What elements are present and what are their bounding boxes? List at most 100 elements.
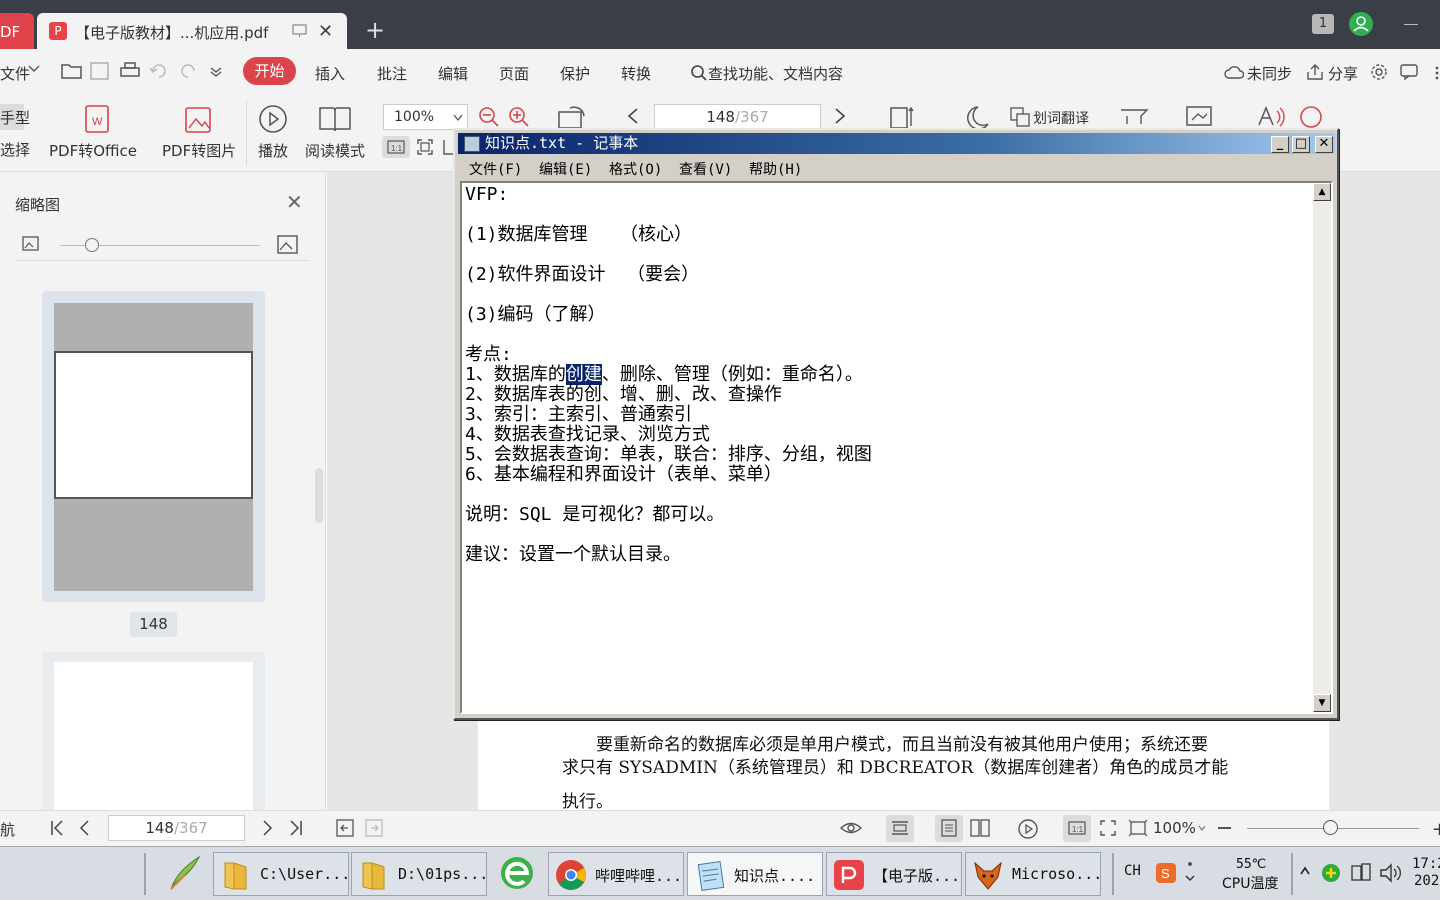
notepad-window[interactable]: 知识点.txt - 记事本 _ □ ✕ 文件(F) 编辑(E) 格式(O) 查看… <box>453 128 1339 720</box>
slider-handle[interactable] <box>85 238 99 252</box>
status-page-input[interactable]: 148/367 <box>108 815 245 841</box>
read-mode-button[interactable]: 阅读模式 <box>305 140 365 161</box>
save-icon[interactable] <box>90 62 110 80</box>
read-mode-icon[interactable] <box>318 105 352 133</box>
fit-width-icon[interactable] <box>1128 819 1148 837</box>
play-icon[interactable] <box>1017 818 1039 840</box>
settings-gear-icon[interactable] <box>1370 63 1388 81</box>
zoom-slider-handle[interactable] <box>1323 820 1338 835</box>
document-tab[interactable]: P 【电子版教材】...机应用.pdf ✕ <box>37 13 347 49</box>
taskbar-item[interactable]: C:\User... <box>213 852 350 896</box>
last-page-icon[interactable] <box>289 820 303 836</box>
hand-tool-label[interactable]: 手型 <box>0 107 30 128</box>
notepad-text-area[interactable]: VFP: (1)数据库管理 （核心） (2)软件界面设计 （要会） (3)编码（… <box>460 181 1333 714</box>
notepad-menu-file[interactable]: 文件(F) <box>469 159 522 179</box>
taskbar-item[interactable]: Microso... <box>965 852 1102 896</box>
feature-search[interactable]: 查找功能、文档内容 <box>690 63 843 84</box>
zoom-in-plus-icon[interactable]: + <box>1432 819 1440 840</box>
ime-options-icon[interactable] <box>1184 859 1196 885</box>
tab-insert[interactable]: 插入 <box>315 63 345 84</box>
minimize-icon[interactable] <box>1404 24 1418 25</box>
tab-edit[interactable]: 编辑 <box>438 63 468 84</box>
next-page-thumbnail[interactable] <box>42 652 265 822</box>
page-thumbnail[interactable] <box>54 303 253 591</box>
clock-time[interactable]: 17:2 <box>1412 856 1440 872</box>
fit-page-icon[interactable] <box>416 138 434 156</box>
tab-protect[interactable]: 保护 <box>560 63 590 84</box>
clock-date[interactable]: 202 <box>1414 873 1439 889</box>
window-count-badge[interactable]: 1 <box>1312 14 1334 34</box>
translate-icon[interactable] <box>1010 107 1030 127</box>
close-button[interactable]: ✕ <box>1315 136 1333 153</box>
panel-scrollbar[interactable] <box>315 468 323 523</box>
scroll-down-arrow[interactable]: ▼ <box>1313 694 1331 712</box>
notepad-menu-format[interactable]: 格式(O) <box>609 159 662 179</box>
play-icon[interactable] <box>258 104 288 134</box>
back-icon[interactable] <box>336 819 354 837</box>
print-icon[interactable] <box>119 62 141 80</box>
chevron-down-icon[interactable] <box>28 65 40 73</box>
sogou-ime-icon[interactable]: S <box>1155 862 1177 884</box>
redo-icon[interactable] <box>180 63 198 79</box>
scroll-up-arrow[interactable]: ▲ <box>1313 183 1331 201</box>
highlight-icon[interactable] <box>1119 106 1149 126</box>
forward-icon[interactable] <box>365 819 383 837</box>
tab-annotate[interactable]: 批注 <box>377 63 407 84</box>
more-icon[interactable] <box>1434 66 1440 80</box>
pdf-to-image-icon[interactable] <box>183 104 215 136</box>
user-avatar[interactable] <box>1349 12 1373 36</box>
message-icon[interactable] <box>1400 64 1418 80</box>
cloud-sync-icon[interactable] <box>1224 64 1244 80</box>
play-button[interactable]: 播放 <box>258 140 288 161</box>
prev-page-icon[interactable] <box>627 108 639 124</box>
close-panel-icon[interactable]: ✕ <box>286 190 303 214</box>
menu-file[interactable]: 文件 <box>0 63 30 84</box>
new-tab-button[interactable]: + <box>365 16 385 44</box>
volume-icon[interactable] <box>1379 862 1403 884</box>
share-icon[interactable] <box>1306 64 1324 80</box>
small-image-icon[interactable] <box>22 236 40 252</box>
taskbar-item[interactable]: 【电子版... <box>826 852 962 896</box>
pdf-to-image-button[interactable]: PDF转图片 <box>162 140 236 161</box>
next-page-icon[interactable] <box>834 108 846 124</box>
select-tool-label[interactable]: 选择 <box>0 139 30 160</box>
two-page-icon[interactable] <box>970 819 990 837</box>
taskbar-item[interactable]: 哔哩哔哩... <box>548 852 684 896</box>
tray-expand-icon[interactable] <box>1300 865 1310 877</box>
minimize-button[interactable]: _ <box>1271 136 1289 153</box>
night-mode-icon[interactable] <box>960 104 990 130</box>
chevron-down-icon[interactable] <box>1198 825 1206 831</box>
vertical-scrollbar[interactable]: ▲ ▼ <box>1313 183 1331 712</box>
zoom-out-icon[interactable] <box>478 106 500 128</box>
input-language[interactable]: CH <box>1124 863 1141 879</box>
pin-window-icon[interactable] <box>292 24 308 38</box>
fit-page-icon[interactable] <box>1099 819 1117 837</box>
notepad-title-bar[interactable]: 知识点.txt - 记事本 _ □ ✕ <box>458 133 1335 154</box>
more-chevron-icon[interactable] <box>210 67 222 77</box>
undo-icon[interactable] <box>149 63 167 79</box>
rotate-icon[interactable] <box>556 104 588 130</box>
zoom-out-minus-icon[interactable] <box>1218 827 1231 829</box>
tab-start[interactable]: 开始 <box>243 57 296 85</box>
notepad-text[interactable]: VFP: (1)数据库管理 （核心） (2)软件界面设计 （要会） (3)编码（… <box>465 185 1310 565</box>
maximize-button[interactable]: □ <box>1292 136 1310 153</box>
notepad-menu-help[interactable]: 帮助(H) <box>749 159 802 179</box>
page-number-input[interactable]: 148/367 <box>654 104 821 130</box>
next-page-icon[interactable] <box>262 820 274 836</box>
zoom-select[interactable]: 100% <box>383 104 468 130</box>
open-folder-icon[interactable] <box>61 62 83 80</box>
sync-status[interactable]: 未同步 <box>1247 63 1292 84</box>
notepad-menu-edit[interactable]: 编辑(E) <box>539 159 592 179</box>
quill-app-icon[interactable] <box>165 853 205 893</box>
tab-convert[interactable]: 转换 <box>621 63 651 84</box>
security-tray-icon[interactable] <box>1320 862 1342 884</box>
network-tray-icon[interactable] <box>1350 862 1372 884</box>
page-layout-icon[interactable] <box>887 104 915 130</box>
record-icon[interactable] <box>1298 106 1326 128</box>
pdf-to-office-icon[interactable]: W <box>80 104 114 136</box>
notepad-menu-view[interactable]: 查看(V) <box>679 159 732 179</box>
pdf-to-office-button[interactable]: PDF转Office <box>49 140 137 161</box>
close-tab-icon[interactable]: ✕ <box>318 21 333 42</box>
app-badge[interactable]: DF <box>0 13 34 49</box>
share-button[interactable]: 分享 <box>1328 63 1358 84</box>
